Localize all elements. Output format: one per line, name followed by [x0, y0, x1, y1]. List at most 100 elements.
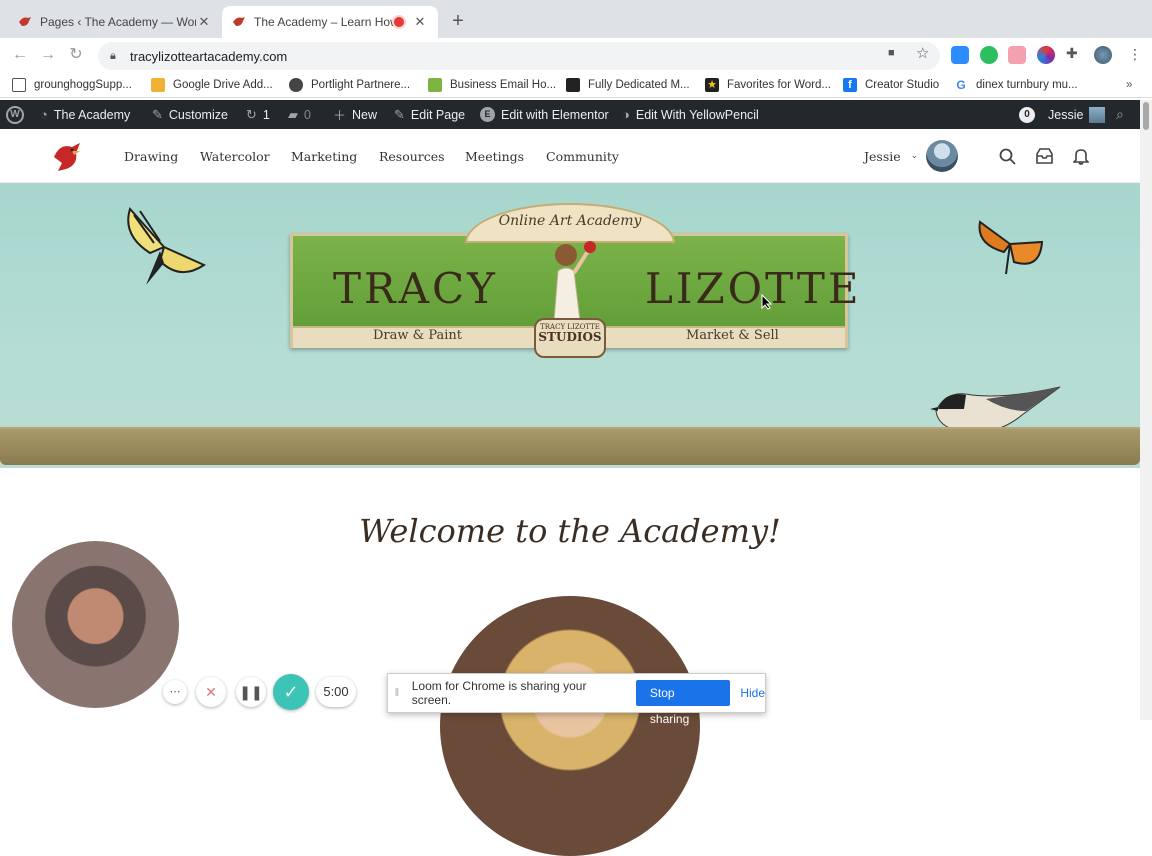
bell-icon[interactable]: [1073, 147, 1089, 165]
mouse-cursor-icon: [761, 294, 772, 310]
more-bookmarks-chevron-icon[interactable]: »: [1126, 76, 1132, 94]
notification-count-badge[interactable]: 0: [1019, 100, 1035, 129]
admin-edit-page-link[interactable]: ✎ Edit Page: [394, 100, 465, 129]
bookmarks-bar: grounghoggSupp... Google Drive Add... Po…: [0, 72, 1152, 98]
swallowtail-butterfly-icon: [127, 207, 207, 285]
nav-item-watercolor[interactable]: Watercolor: [200, 129, 270, 183]
loom-cancel-icon[interactable]: ✕: [196, 677, 226, 707]
tab-the-academy[interactable]: The Academy – Learn How ✕: [222, 6, 438, 38]
close-tab-icon[interactable]: ✕: [412, 14, 428, 30]
admin-user-menu[interactable]: Jessie: [1048, 100, 1106, 129]
drive-folder-icon: [151, 78, 165, 92]
loom-camera-bubble[interactable]: [10, 539, 181, 710]
nav-item-marketing[interactable]: Marketing: [291, 129, 357, 183]
loom-more-icon[interactable]: ⋯: [163, 680, 187, 704]
bookmark-item[interactable]: Gdinex turnbury mu...: [954, 76, 1077, 94]
admin-search-icon[interactable]: ⌕: [1116, 100, 1124, 129]
admin-yellowpencil-link[interactable]: ◑ Edit With YellowPencil: [622, 100, 759, 129]
facebook-icon: f: [843, 78, 857, 92]
bookmark-star-icon[interactable]: ☆: [916, 44, 932, 62]
nav-item-community[interactable]: Community: [546, 129, 619, 183]
search-icon[interactable]: [999, 148, 1016, 165]
admin-new-link[interactable]: ＋ New: [333, 100, 377, 129]
page-scrollbar[interactable]: [1140, 100, 1152, 720]
star-favicon-icon: ★: [705, 78, 719, 92]
nav-item-meetings[interactable]: Meetings: [465, 129, 524, 183]
zoom-extension-icon[interactable]: [951, 46, 969, 64]
stop-sharing-button[interactable]: Stop sharing: [635, 680, 731, 726]
email-host-icon: [428, 78, 442, 92]
girl-figure-icon: [553, 241, 596, 322]
url-text: tracylizotteartacademy.com: [130, 48, 288, 64]
sharing-message: Loom for Chrome is sharing your screen.: [411, 679, 587, 707]
nav-item-resources[interactable]: Resources: [379, 129, 445, 183]
logo-tagline-right: Market & Sell: [686, 328, 779, 343]
bookmark-item[interactable]: Google Drive Add...: [151, 76, 273, 94]
cardinal-favicon-icon: [19, 17, 31, 26]
google-icon: G: [956, 78, 966, 92]
page-title: Welcome to the Academy!: [359, 512, 781, 550]
chevron-down-icon: ⌄: [910, 151, 919, 161]
bookmark-item[interactable]: ★ Favorites for Word...: [705, 76, 831, 94]
updates-icon: ↻: [246, 106, 257, 122]
forward-arrow-icon[interactable]: →: [38, 45, 58, 65]
plus-icon: ＋: [333, 108, 347, 123]
nav-item-drawing[interactable]: Drawing: [124, 129, 178, 183]
dashboard-icon: ◔: [40, 107, 48, 122]
elementor-icon: E: [480, 107, 495, 122]
loom-finish-icon[interactable]: ✓: [273, 674, 309, 710]
globe-icon: [289, 78, 303, 92]
hero-banner: TRACY LIZOTTE Draw & Paint Market & Sell…: [0, 183, 1140, 468]
back-arrow-icon[interactable]: ←: [10, 45, 30, 65]
wordpress-logo-icon[interactable]: W: [6, 100, 24, 129]
bookmark-item[interactable]: Business Email Ho...: [428, 76, 556, 94]
loom-extension-icon[interactable]: [1008, 46, 1026, 64]
pencil-icon: ✎: [394, 106, 405, 122]
brush-icon: ✎: [152, 106, 163, 122]
profile-avatar-icon[interactable]: [1094, 46, 1112, 64]
admin-site-link[interactable]: ◔ The Academy: [40, 100, 130, 129]
extensions-puzzle-icon[interactable]: ✚: [1066, 45, 1078, 62]
bookmark-item[interactable]: f Creator Studio: [843, 76, 939, 94]
admin-updates-link[interactable]: ↻ 1: [246, 100, 270, 129]
cardinal-logo-icon[interactable]: [50, 141, 86, 173]
new-tab-button[interactable]: +: [448, 9, 468, 33]
folder-icon: [12, 78, 26, 92]
user-menu[interactable]: Jessie ⌄: [864, 129, 918, 183]
loom-timer: 5:00: [316, 677, 356, 707]
admin-comments-link[interactable]: ▰ 0: [288, 100, 311, 129]
loom-pause-icon[interactable]: ❚❚: [236, 677, 266, 707]
tab-title: Pages ‹ The Academy — WordPress: [40, 15, 196, 29]
camera-icon[interactable]: ■: [888, 47, 902, 59]
admin-elementor-link[interactable]: E Edit with Elementor: [480, 100, 609, 129]
tab-pages-academy[interactable]: Pages ‹ The Academy — WordPress ✕: [8, 6, 222, 38]
logo-name-left: TRACY: [333, 264, 498, 313]
yellowpencil-icon: ◑: [622, 107, 630, 122]
drag-handle-icon[interactable]: ‖: [388, 687, 406, 699]
admin-customize-link[interactable]: ✎ Customize: [152, 100, 228, 129]
evernote-extension-icon[interactable]: [980, 46, 998, 64]
browser-toolbar: ← → ↻ 🔒︎ tracylizotteartacademy.com ■ ☆ …: [0, 38, 1152, 72]
monarch-butterfly-icon: [978, 220, 1044, 275]
logo-tagline-left: Draw & Paint: [373, 328, 463, 343]
bookmark-item[interactable]: grounghoggSupp...: [12, 76, 132, 94]
scrollbar-thumb[interactable]: [1143, 102, 1149, 130]
reload-icon[interactable]: ↻: [66, 45, 86, 65]
hide-button[interactable]: Hide: [740, 686, 765, 700]
menu-kebab-icon[interactable]: ⋮: [1128, 46, 1142, 63]
close-tab-icon[interactable]: ✕: [196, 14, 212, 30]
user-avatar[interactable]: [926, 140, 958, 172]
bookmark-item[interactable]: Fully Dedicated M...: [566, 76, 690, 94]
site-header: Drawing Watercolor Marketing Resources M…: [0, 129, 1140, 183]
ground-strip: [0, 429, 1140, 465]
user-avatar-icon: [1089, 106, 1106, 123]
loom-sharing-bar: ‖ Loom for Chrome is sharing your screen…: [387, 673, 766, 726]
tab-title: The Academy – Learn How: [254, 15, 394, 29]
inbox-icon[interactable]: [1036, 148, 1053, 164]
cardinal-favicon-icon: [233, 17, 245, 26]
address-bar[interactable]: 🔒︎ tracylizotteartacademy.com: [98, 42, 940, 70]
color-extension-icon[interactable]: [1037, 46, 1055, 64]
lock-icon: 🔒︎: [110, 49, 116, 62]
bookmark-item[interactable]: Portlight Partnere...: [289, 76, 410, 94]
wp-admin-bar: W ◔ The Academy ✎ Customize ↻ 1 ▰ 0 ＋ New ✎ Ed…: [0, 100, 1140, 129]
